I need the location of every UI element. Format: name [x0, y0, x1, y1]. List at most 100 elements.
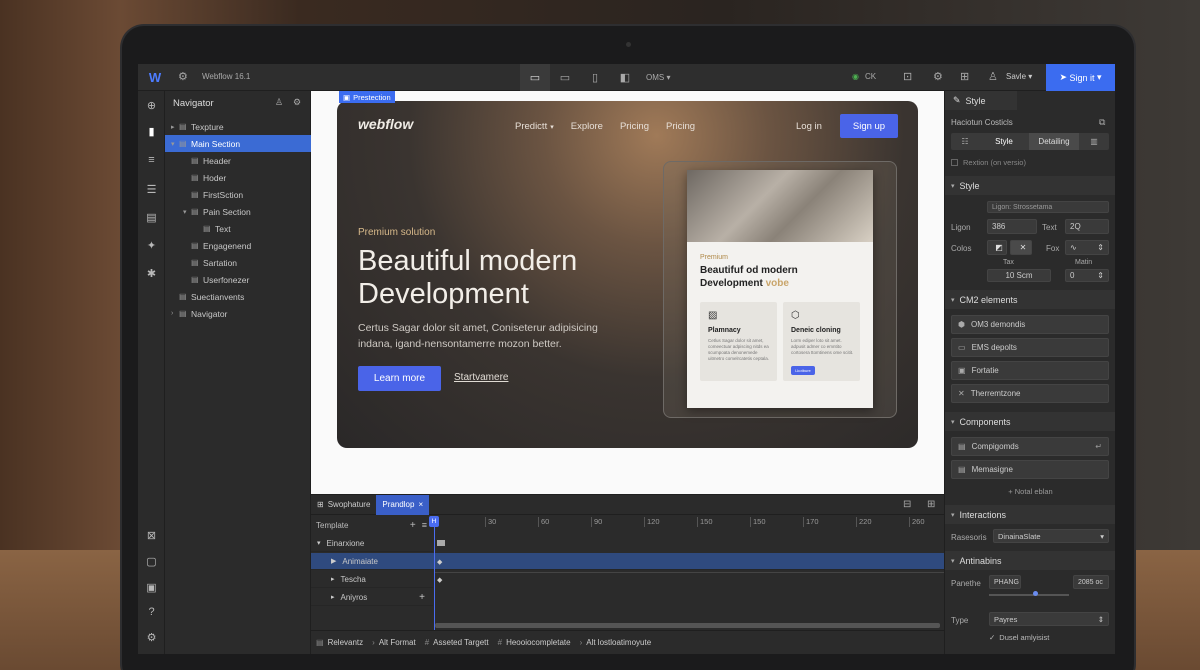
- learn-more-button[interactable]: Learn more: [358, 366, 441, 391]
- hero-section[interactable]: webflow Predictt ▾ Explore Pricing Pricing L…: [337, 101, 918, 448]
- sign-in-button[interactable]: ➤ Sign it ▾: [1046, 64, 1115, 91]
- track-arrow-icon[interactable]: ▾: [317, 539, 321, 547]
- cms-icon[interactable]: ▤: [144, 211, 159, 226]
- webflow-logo-icon[interactable]: W: [146, 69, 164, 86]
- component-edit-icon[interactable]: ↵: [1095, 442, 1102, 451]
- ligon-input[interactable]: 386: [987, 219, 1037, 234]
- cms-section-header[interactable]: ▾ CM2 elements: [945, 290, 1115, 309]
- cms-element-item[interactable]: ▭ EMS depolts: [951, 338, 1109, 357]
- breadcrumb-item[interactable]: # Heooiocompletate: [498, 638, 571, 647]
- grid-icon[interactable]: ▥: [1079, 137, 1109, 146]
- add-component-link[interactable]: + Notal eblan: [945, 487, 1115, 496]
- timeline-scrollbar[interactable]: [435, 623, 940, 628]
- add-track-icon[interactable]: +: [410, 520, 416, 531]
- settings-icon[interactable]: ⚙: [933, 70, 943, 83]
- preview-card[interactable]: Premium Beautifuf od modern Development …: [687, 170, 873, 408]
- navigator-item[interactable]: ▤ Header: [165, 152, 311, 169]
- export-icon[interactable]: ⊡: [903, 70, 912, 83]
- add-keyframe-icon[interactable]: +: [419, 592, 425, 603]
- type-select[interactable]: Payres ⇕: [989, 612, 1109, 626]
- navigator-item[interactable]: ▤ Suectianvents: [165, 288, 311, 305]
- layers-icon[interactable]: ☰: [144, 183, 159, 198]
- navigator-item[interactable]: ▤ FirstSction: [165, 186, 311, 203]
- cms-element-item[interactable]: ✕ Therremtzone: [951, 384, 1109, 403]
- tablet-landscape-button[interactable]: ▭: [550, 64, 580, 91]
- track-arrow-icon[interactable]: ▸: [331, 575, 335, 583]
- tab-close-icon[interactable]: ×: [418, 500, 423, 509]
- expand-arrow-icon[interactable]: ▸: [171, 123, 179, 131]
- track-arrow-icon[interactable]: ▸: [331, 593, 335, 601]
- component-item[interactable]: ▤ Compigomds ↵: [951, 437, 1109, 456]
- status-indicator[interactable]: ◉ CK: [852, 72, 876, 81]
- site-nav-link[interactable]: Predictt: [515, 121, 547, 132]
- assets-icon[interactable]: ✦: [144, 239, 159, 254]
- panethe-slider-thumb[interactable]: [1033, 591, 1038, 596]
- rasesoris-select[interactable]: DinainaSlate ▾: [993, 529, 1109, 543]
- navigator-item[interactable]: ▤ Hoder: [165, 169, 311, 186]
- timeline-tab[interactable]: ⊞ Swophature: [311, 495, 376, 515]
- save-button[interactable]: Savle ▾: [1006, 72, 1032, 81]
- site-nav-link[interactable]: Pricing: [620, 121, 649, 132]
- navigator-item[interactable]: ▤ Sartation: [165, 254, 311, 271]
- text-input[interactable]: 2Q: [1065, 219, 1109, 234]
- site-brand[interactable]: webflow: [358, 116, 413, 132]
- panethe-input[interactable]: PHANG: [989, 575, 1021, 589]
- rextion-checkbox[interactable]: Rextion (on versio): [951, 158, 1026, 167]
- timeline-tab[interactable]: Prandlop ×: [376, 494, 430, 515]
- components-icon[interactable]: ✱: [144, 267, 159, 282]
- cms-element-item[interactable]: ⬢ OM3 demondis: [951, 315, 1109, 334]
- site-nav-link[interactable]: Pricing: [666, 121, 695, 132]
- site-nav-link[interactable]: Explore: [571, 121, 603, 132]
- navigator-item[interactable]: ▤ Userfonezer: [165, 271, 311, 288]
- antinabins-section-header[interactable]: ▾ Antinabins: [945, 551, 1115, 570]
- keyframe-icon[interactable]: [437, 540, 445, 546]
- playhead-handle[interactable]: H: [429, 516, 439, 527]
- timeline-layout-icon[interactable]: ⊟: [903, 499, 911, 510]
- color-swatch-button[interactable]: ◩: [987, 240, 1007, 255]
- panethe-number-input[interactable]: 2085 oc: [1073, 575, 1109, 589]
- navigator-settings-icon[interactable]: ⚙: [293, 97, 301, 108]
- keyframe-diamond-2[interactable]: ◆: [437, 576, 442, 584]
- filter-icon[interactable]: ≡: [422, 520, 427, 530]
- components-section-header[interactable]: ▾ Components: [945, 412, 1115, 431]
- frame-icon[interactable]: ⊞: [960, 70, 969, 83]
- preferences-icon[interactable]: ⚙: [144, 631, 159, 646]
- secondary-cta-link[interactable]: Startvamere: [454, 372, 508, 383]
- site-signup-button[interactable]: Sign up: [840, 114, 898, 138]
- track-arrow-icon[interactable]: ▶: [331, 557, 336, 565]
- fox-select[interactable]: ∿ ⇕: [1065, 240, 1109, 255]
- timeline-track-row[interactable]: ▾ Einarxione: [311, 535, 433, 552]
- interactions-section-header[interactable]: ▾ Interactions: [945, 505, 1115, 524]
- comment-icon[interactable]: ▣: [144, 581, 159, 596]
- add-panel-icon[interactable]: ⊕: [144, 99, 159, 114]
- breadcrumb-item[interactable]: # Asseted Targett: [425, 638, 489, 647]
- cms-dropdown[interactable]: OMS ▾: [640, 64, 676, 91]
- desktop-breakpoint-button[interactable]: ▭: [520, 64, 550, 91]
- breadcrumb-item[interactable]: › Alt Format: [372, 638, 416, 647]
- settings-gear-icon[interactable]: ⚙: [178, 70, 188, 83]
- color-picker-button[interactable]: ✕: [1010, 240, 1032, 255]
- tablet-button[interactable]: ▯: [580, 64, 610, 91]
- person-icon[interactable]: ♙: [275, 97, 283, 108]
- style-selector-field[interactable]: Ligon: Strossetama: [987, 201, 1109, 213]
- cms-element-item[interactable]: ▣ Fortatie: [951, 361, 1109, 380]
- matin-input[interactable]: 0 ⇕: [1065, 269, 1109, 282]
- pages-icon[interactable]: ▮: [144, 125, 159, 140]
- timeline-track-row[interactable]: ▸ Tescha: [311, 571, 433, 588]
- file-icon[interactable]: ▢: [144, 555, 159, 570]
- timeline-ruler[interactable]: 30 60 90 120 150 150 170 220 260: [433, 517, 944, 533]
- keyframe-diamond-1[interactable]: ◆: [437, 558, 442, 566]
- dusel-checkbox[interactable]: ✓ Dusel amlyisist: [989, 633, 1049, 642]
- audit-icon[interactable]: ⊠: [144, 529, 159, 544]
- navigator-item[interactable]: ▾ ▤ Pain Section: [165, 203, 311, 220]
- user-icon[interactable]: ♙: [988, 70, 998, 83]
- design-canvas[interactable]: webflow Predictt ▾ Explore Pricing Pricing L…: [311, 91, 944, 494]
- timeline-track-row[interactable]: ▶ Animaiate: [311, 553, 944, 570]
- component-item[interactable]: ▤ Memasigne: [951, 460, 1109, 479]
- timeline-track-row[interactable]: ▸ Aniyros +: [311, 589, 433, 606]
- tax-input[interactable]: 10 Scm: [987, 269, 1051, 282]
- navigator-item[interactable]: ▾ ▤ Main Section: [165, 135, 311, 152]
- style-section-header[interactable]: ▾ Style: [945, 176, 1115, 195]
- mobile-button[interactable]: ◧: [610, 64, 640, 91]
- expand-arrow-icon[interactable]: ▾: [171, 140, 179, 148]
